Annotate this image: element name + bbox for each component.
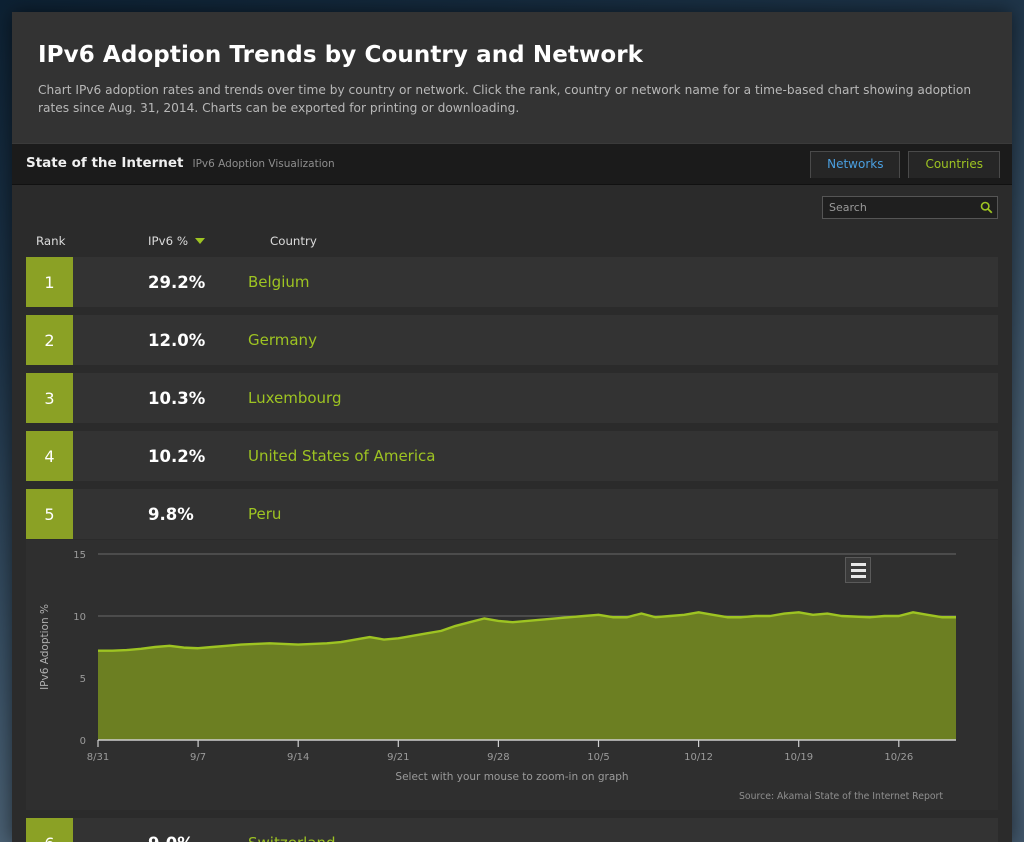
table-zone: Rank IPv6 % Country 1 29.2% Belgium 2 12… <box>12 185 1012 842</box>
brand: State of the Internet IPv6 Adoption Visu… <box>26 155 335 171</box>
row-country[interactable]: Belgium <box>195 257 998 307</box>
table-row[interactable]: 3 10.3% Luxembourg <box>26 373 998 423</box>
brand-title: State of the Internet <box>26 155 184 171</box>
ipv6-adoption-area-chart[interactable]: 0 5 10 15 IPv6 Adoption % 8/31 9/7 9/14 9/21 9/28… <box>26 540 998 780</box>
svg-text:10/5: 10/5 <box>587 752 609 763</box>
page-title: IPv6 Adoption Trends by Country and Netw… <box>38 42 986 68</box>
table-row-expanded[interactable]: 5 9.8% Peru 0 5 10 15 IPv6 Adoption % 8/31 9/7… <box>26 489 998 810</box>
row-percent: 10.3% <box>73 373 195 423</box>
svg-text:9/21: 9/21 <box>387 752 409 763</box>
table-row[interactable]: 2 12.0% Germany <box>26 315 998 365</box>
table-row[interactable]: 4 10.2% United States of America <box>26 431 998 481</box>
svg-text:9/28: 9/28 <box>487 752 509 763</box>
svg-text:IPv6 Adoption %: IPv6 Adoption % <box>39 604 51 690</box>
rank-badge[interactable]: 5 <box>26 489 73 539</box>
search-box[interactable] <box>822 196 998 219</box>
search-row <box>26 185 998 231</box>
rank-badge[interactable]: 2 <box>26 315 73 365</box>
intro-header: IPv6 Adoption Trends by Country and Netw… <box>12 12 1012 143</box>
app-window: IPv6 Adoption Trends by Country and Netw… <box>12 12 1012 842</box>
search-icon[interactable] <box>980 201 993 214</box>
brand-bar: State of the Internet IPv6 Adoption Visu… <box>12 143 1012 185</box>
svg-text:15: 15 <box>73 550 86 561</box>
chart-source: Source: Akamai State of the Internet Rep… <box>739 791 943 802</box>
row-country[interactable]: Luxembourg <box>195 373 998 423</box>
rank-badge[interactable]: 4 <box>26 431 73 481</box>
table-row[interactable]: 6 9.0% Switzerland <box>26 818 998 842</box>
row-country[interactable]: Germany <box>195 315 998 365</box>
tab-networks[interactable]: Networks <box>810 151 900 178</box>
svg-text:10/12: 10/12 <box>684 752 713 763</box>
row-country[interactable]: Switzerland <box>195 818 998 842</box>
row-country[interactable]: Peru <box>195 489 998 539</box>
table-row[interactable]: 1 29.2% Belgium <box>26 257 998 307</box>
tab-countries[interactable]: Countries <box>908 151 1000 178</box>
row-percent: 9.8% <box>73 489 195 539</box>
table-row[interactable]: 5 9.8% Peru <box>26 489 998 539</box>
brand-subtitle: IPv6 Adoption Visualization <box>193 158 335 170</box>
svg-text:10: 10 <box>73 612 86 623</box>
rank-badge[interactable]: 1 <box>26 257 73 307</box>
rank-badge[interactable]: 3 <box>26 373 73 423</box>
page-description: Chart IPv6 adoption rates and trends ove… <box>38 82 986 117</box>
column-header-rank[interactable]: Rank <box>26 234 148 248</box>
svg-text:5: 5 <box>80 674 86 685</box>
row-percent: 9.0% <box>73 818 195 842</box>
column-header-percent-label: IPv6 % <box>148 234 188 248</box>
svg-text:10/19: 10/19 <box>784 752 813 763</box>
chart-hint: Select with your mouse to zoom-in on gra… <box>26 771 998 783</box>
svg-text:9/7: 9/7 <box>190 752 206 763</box>
row-percent: 10.2% <box>73 431 195 481</box>
table-header-row: Rank IPv6 % Country <box>26 231 998 257</box>
svg-text:9/14: 9/14 <box>287 752 309 763</box>
search-input[interactable] <box>823 201 980 214</box>
chart-panel: 0 5 10 15 IPv6 Adoption % 8/31 9/7 9/14 9/21 9/28… <box>26 539 998 810</box>
row-percent: 12.0% <box>73 315 195 365</box>
svg-text:0: 0 <box>80 736 86 747</box>
chevron-down-icon <box>195 238 205 244</box>
tab-group: Networks Countries <box>810 151 1000 178</box>
svg-text:8/31: 8/31 <box>87 752 109 763</box>
row-percent: 29.2% <box>73 257 195 307</box>
column-header-percent[interactable]: IPv6 % <box>148 234 270 248</box>
row-country[interactable]: United States of America <box>195 431 998 481</box>
rank-badge[interactable]: 6 <box>26 818 73 842</box>
svg-text:10/26: 10/26 <box>884 752 913 763</box>
column-header-country[interactable]: Country <box>270 234 998 248</box>
